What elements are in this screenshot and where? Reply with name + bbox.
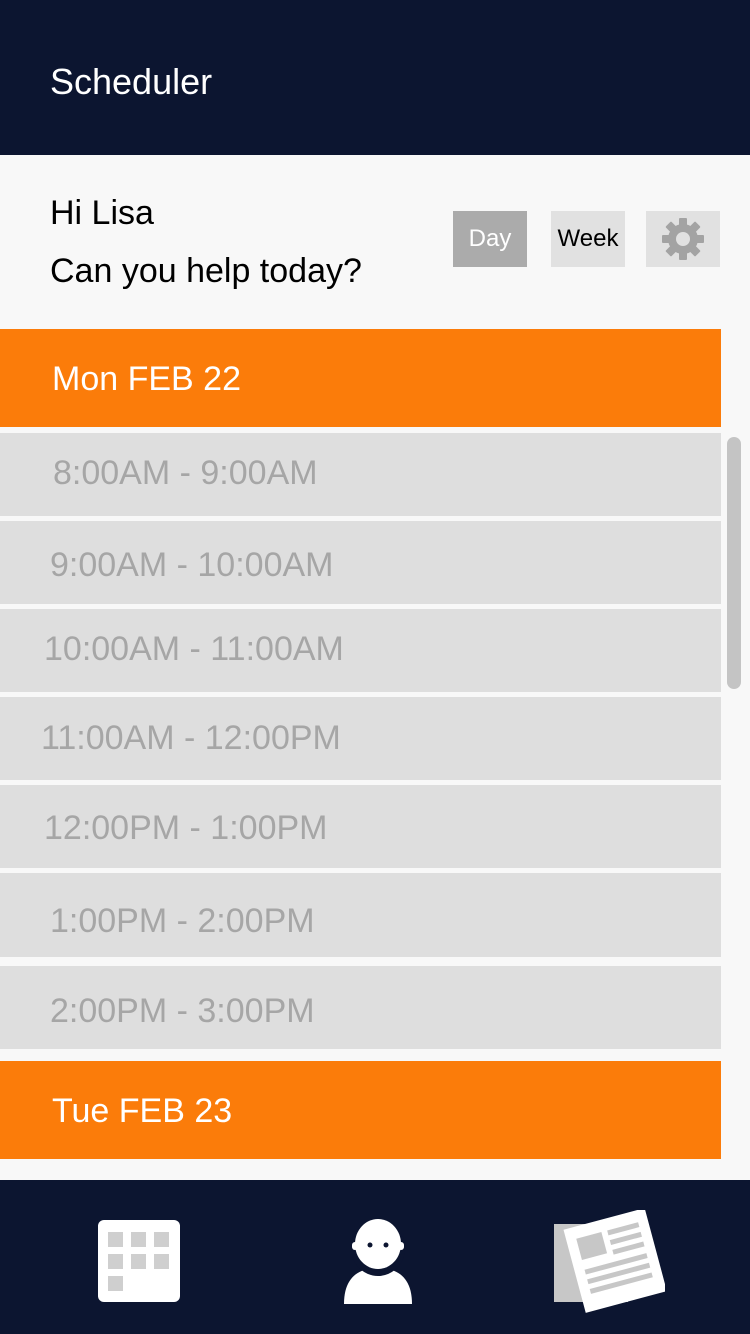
- time-slot[interactable]: 12:00PM - 1:00PM: [0, 785, 721, 868]
- nav-profile-button[interactable]: [340, 1212, 416, 1306]
- scrollbar[interactable]: [727, 437, 741, 689]
- app-title: Scheduler: [50, 61, 213, 102]
- time-slot[interactable]: 2:00PM - 3:00PM: [0, 966, 721, 1049]
- time-slot-label: 10:00AM - 11:00AM: [44, 630, 344, 668]
- nav-news-button[interactable]: [553, 1208, 667, 1314]
- top-app-bar: Scheduler: [0, 0, 750, 155]
- day-view-button[interactable]: Day: [453, 211, 527, 267]
- settings-button[interactable]: [646, 211, 720, 267]
- person-icon: [344, 1219, 412, 1304]
- time-slot[interactable]: 9:00AM - 10:00AM: [0, 521, 721, 604]
- time-slot[interactable]: 11:00AM - 12:00PM: [0, 697, 721, 780]
- day-header-tue[interactable]: Tue FEB 23: [0, 1061, 721, 1159]
- greeting-question: Can you help today?: [50, 252, 362, 290]
- time-slot-label: 2:00PM - 3:00PM: [50, 992, 315, 1030]
- nav-calendar-button[interactable]: [98, 1220, 180, 1302]
- calendar-icon: [98, 1220, 180, 1302]
- bottom-nav-bar: [0, 1180, 750, 1334]
- greeting-name: Hi Lisa: [50, 194, 154, 232]
- time-slot-label: 12:00PM - 1:00PM: [44, 809, 328, 847]
- day-header-label: Mon FEB 22: [52, 360, 241, 398]
- gear-icon: [662, 218, 704, 260]
- time-slot-label: 8:00AM - 9:00AM: [53, 454, 318, 492]
- week-view-button[interactable]: Week: [551, 211, 625, 267]
- time-slot[interactable]: 1:00PM - 2:00PM: [0, 873, 721, 957]
- time-slot[interactable]: 8:00AM - 9:00AM: [0, 433, 721, 516]
- day-header-label: Tue FEB 23: [52, 1092, 233, 1130]
- time-slot-label: 9:00AM - 10:00AM: [50, 546, 334, 584]
- newspaper-icon: [554, 1208, 667, 1313]
- time-slot-label: 1:00PM - 2:00PM: [50, 902, 315, 940]
- time-slot[interactable]: 10:00AM - 11:00AM: [0, 609, 721, 692]
- day-header-mon[interactable]: Mon FEB 22: [0, 329, 721, 427]
- time-slot-label: 11:00AM - 12:00PM: [41, 719, 341, 757]
